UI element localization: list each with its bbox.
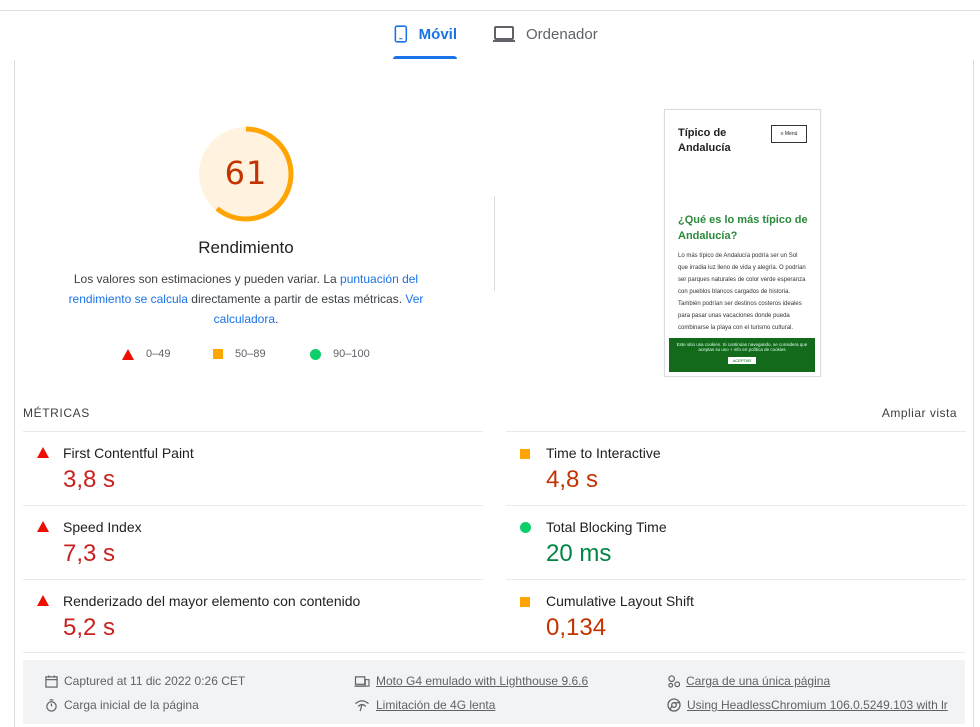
thumb-cookie-banner: Este sitio usa cookies. Si continúas nav…	[669, 338, 815, 372]
metrics-heading: MÉTRICAS	[23, 406, 90, 420]
footer-browser-link[interactable]: Using HeadlessChromium 106.0.5249.103 wi…	[687, 698, 948, 712]
desc-text: Los valores son estimaciones y pueden va…	[73, 272, 341, 286]
performance-score: 61	[224, 154, 268, 192]
tab-desktop-label: Ordenador	[526, 26, 598, 43]
summary-divider	[494, 196, 495, 291]
metrics-bottom-divider	[23, 652, 965, 653]
metric-name: Total Blocking Time	[546, 519, 667, 535]
metric-value: 0,134	[546, 614, 607, 641]
thumb-brand: Típico de Andalucía	[678, 127, 731, 154]
footer-throttle: Limitación de 4G lenta	[354, 698, 495, 712]
thumb-heading: ¿Qué es lo más típico de Andalucía?	[678, 214, 808, 242]
score-description: Los valores son estimaciones y pueden va…	[66, 269, 426, 329]
top-divider	[0, 10, 980, 11]
thumb-body: Lo más típico de Andalucía podría ser un…	[678, 253, 806, 331]
device-tabs: Móvil Ordenador	[0, 22, 980, 60]
metric-name: Cumulative Layout Shift	[546, 593, 694, 609]
triangle-fail-icon	[37, 447, 49, 458]
tab-mobile[interactable]: Móvil	[393, 22, 457, 59]
triangle-fail-icon	[37, 595, 49, 606]
triangle-fail-icon	[37, 521, 49, 532]
metric-speed-index: Speed Index 7,3 s	[23, 505, 483, 580]
metric-tti: Time to Interactive 4,8 s	[506, 431, 966, 506]
desc-text: .	[275, 312, 279, 326]
devices-icon	[354, 675, 370, 687]
footer-session: Carga de una única página	[667, 674, 830, 688]
metric-value: 3,8 s	[63, 466, 116, 493]
tab-mobile-label: Móvil	[418, 26, 457, 43]
legend-average: 50–89	[213, 348, 266, 360]
legend-average-label: 50–89	[235, 348, 266, 360]
tab-desktop[interactable]: Ordenador	[492, 22, 602, 59]
square-average-icon	[520, 597, 530, 607]
square-average-icon	[520, 449, 530, 459]
metric-cls: Cumulative Layout Shift 0,134	[506, 579, 966, 654]
metric-fcp: First Contentful Paint 3,8 s	[23, 431, 483, 506]
network-signal-icon	[355, 699, 369, 711]
square-average-icon	[213, 349, 223, 359]
metric-name: First Contentful Paint	[63, 445, 194, 461]
smartphone-icon	[394, 25, 408, 43]
metric-tbt: Total Blocking Time 20 ms	[506, 505, 966, 580]
footer-device-link[interactable]: Moto G4 emulado with Lighthouse 9.6.6	[376, 674, 588, 688]
expand-view-button[interactable]: Ampliar vista	[882, 406, 957, 420]
calendar-icon	[45, 674, 58, 688]
metric-name: Speed Index	[63, 519, 142, 535]
thumb-menu-button: ≡ Menú	[771, 125, 807, 143]
active-tab-indicator	[393, 56, 457, 59]
legend-pass-label: 90–100	[333, 348, 370, 360]
metric-value: 4,8 s	[546, 466, 599, 493]
footer-throttle-link[interactable]: Limitación de 4G lenta	[376, 698, 495, 712]
footer-initial-text: Carga inicial de la página	[64, 698, 199, 712]
chrome-icon	[667, 698, 681, 712]
footer-captured: Captured at 11 dic 2022 0:26 CET	[45, 674, 245, 688]
triangle-fail-icon	[122, 348, 134, 360]
metric-value: 5,2 s	[63, 614, 116, 641]
legend-fail: 0–49	[122, 348, 170, 360]
footer-session-link[interactable]: Carga de una única página	[686, 674, 830, 688]
metric-name: Time to Interactive	[546, 445, 661, 461]
thumb-menu-label: Menú	[784, 131, 798, 137]
footer-device: Moto G4 emulado with Lighthouse 9.6.6	[354, 674, 588, 688]
footer-captured-text: Captured at 11 dic 2022 0:26 CET	[64, 674, 246, 688]
timer-icon	[46, 698, 57, 712]
metric-value: 20 ms	[546, 540, 612, 567]
circle-pass-icon	[520, 522, 531, 533]
thumb-cookie-text: Este sitio usa cookies. Si continúas nav…	[676, 342, 808, 352]
metric-lcp: Renderizado del mayor elemento con conte…	[23, 579, 483, 654]
session-icon	[668, 674, 680, 688]
footer-initial-load: Carga inicial de la página	[45, 698, 199, 712]
metric-name: Renderizado del mayor elemento con conte…	[63, 593, 361, 609]
laptop-icon	[493, 26, 515, 42]
runtime-settings-footer: Captured at 11 dic 2022 0:26 CET Moto G4…	[23, 660, 965, 724]
desc-text: directamente a partir de estas métricas.	[187, 292, 406, 306]
performance-title: Rendimiento	[198, 238, 294, 257]
legend-fail-label: 0–49	[146, 348, 171, 360]
page-screenshot-thumbnail[interactable]: Típico de Andalucía ≡ Menú ¿Qué es lo má…	[664, 109, 821, 377]
metric-value: 7,3 s	[63, 540, 116, 567]
footer-browser: Using HeadlessChromium 106.0.5249.103 wi…	[667, 698, 948, 712]
circle-pass-icon	[310, 348, 321, 360]
legend-pass: 90–100	[310, 348, 370, 360]
thumb-cookie-button: ACEPTAR	[727, 357, 757, 364]
